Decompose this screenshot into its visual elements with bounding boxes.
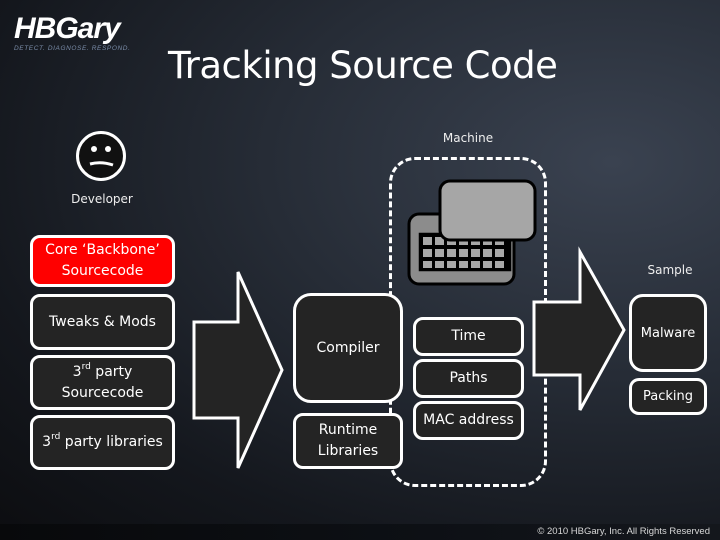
machine-label: Machine xyxy=(442,131,494,145)
packing-box: Packing xyxy=(629,378,707,415)
third-party-libraries-box: 3rd party libraries xyxy=(30,415,175,470)
superscript: rd xyxy=(81,361,91,372)
box-text: 3 xyxy=(72,363,82,380)
box-text: party libraries xyxy=(60,434,163,450)
box-text: Time xyxy=(451,328,486,344)
box-text: party xyxy=(90,363,133,380)
time-box: Time xyxy=(413,317,524,356)
superscript: rd xyxy=(51,432,61,442)
slide-title: Tracking Source Code xyxy=(168,44,558,87)
box-text: Tweaks & Mods xyxy=(49,313,156,330)
runtime-libraries-box: Runtime Libraries xyxy=(293,413,403,469)
sample-label: Sample xyxy=(647,263,693,277)
paths-box: Paths xyxy=(413,359,524,398)
arrow-right-icon xyxy=(532,246,626,411)
tweaks-mods-box: Tweaks & Mods xyxy=(30,294,175,350)
box-text: Core ‘Backbone’ xyxy=(45,242,160,258)
box-text: MAC address xyxy=(423,412,514,428)
box-text: Compiler xyxy=(316,339,380,356)
box-text: Paths xyxy=(449,370,488,386)
logo-name: HBGary xyxy=(14,12,121,45)
box-text: 3 xyxy=(42,434,52,450)
logo: HBGary DETECT. DIAGNOSE. RESPOND. xyxy=(14,12,131,53)
box-text: Runtime xyxy=(318,422,378,438)
copyright: © 2010 HBGary, Inc. All Rights Reserved xyxy=(537,526,710,537)
box-text: Malware xyxy=(640,325,696,341)
computer-icon xyxy=(407,179,537,286)
compiler-box: Compiler xyxy=(293,293,403,403)
malware-box: Malware xyxy=(629,294,707,372)
mac-address-box: MAC address xyxy=(413,401,524,440)
arrow-right-icon xyxy=(192,271,284,469)
sad-face-icon xyxy=(76,131,126,181)
logo-tagline: DETECT. DIAGNOSE. RESPOND. xyxy=(14,45,131,52)
developer-label: Developer xyxy=(71,192,133,206)
box-text: Libraries xyxy=(317,443,379,459)
core-backbone-sourcecode-box: Core ‘Backbone’ Sourcecode xyxy=(30,235,175,287)
box-text: Sourcecode xyxy=(61,263,144,279)
box-text: Packing xyxy=(642,389,693,404)
box-text: Sourcecode xyxy=(61,384,144,401)
third-party-sourcecode-box: 3rd party Sourcecode xyxy=(30,355,175,410)
